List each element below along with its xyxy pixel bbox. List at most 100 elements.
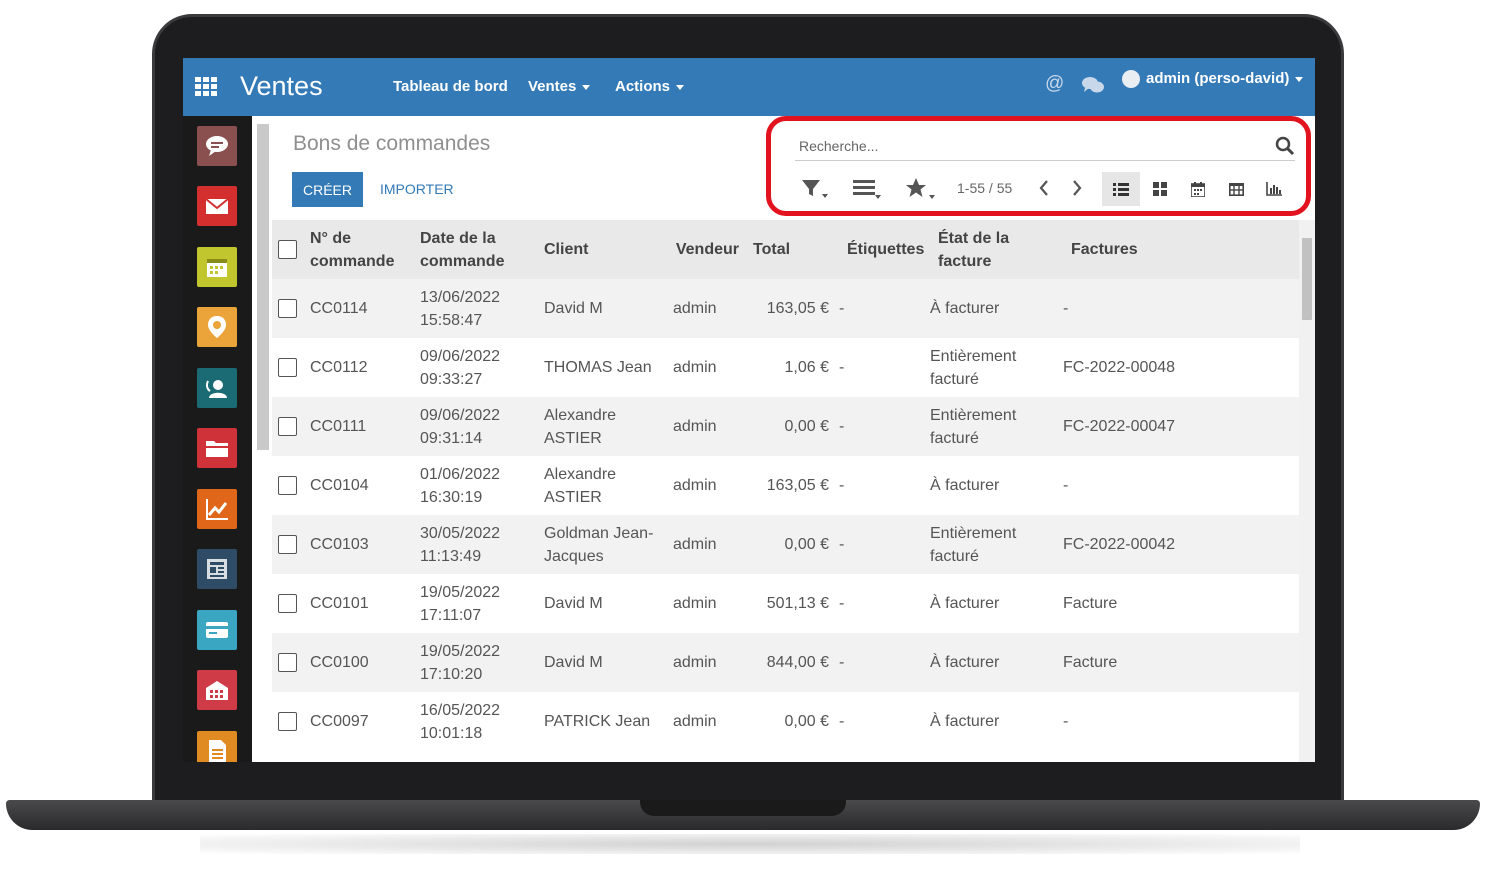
nav-dashboard-label: Tableau de bord xyxy=(393,78,508,95)
laptop-shadow xyxy=(200,834,1300,854)
column-order-number[interactable]: N° de commande xyxy=(306,220,416,279)
row-checkbox[interactable] xyxy=(278,476,297,495)
invoice-state: Entièrement xyxy=(930,406,1017,424)
app-screen: Ventes Tableau de bord Ventes Actions @ … xyxy=(183,58,1315,762)
client-cell: THOMAS Jean xyxy=(532,338,669,397)
row-checkbox[interactable] xyxy=(278,712,297,731)
app-field-service[interactable] xyxy=(197,307,237,347)
card-icon xyxy=(206,622,228,638)
seller-name: admin xyxy=(673,595,717,612)
chevron-down-icon xyxy=(1295,76,1304,82)
at-icon[interactable]: @ xyxy=(1045,73,1064,95)
row-checkbox[interactable] xyxy=(278,417,297,436)
order-date-cell: 01/06/2022 16:30:19 xyxy=(416,456,532,515)
control-panel-scrollbar[interactable] xyxy=(257,124,269,450)
client-cell: David M xyxy=(532,279,669,338)
table-row[interactable]: CC0097 16/05/2022 10:01:18 PATRICK Jean admi… xyxy=(272,692,1299,751)
column-invoice-state[interactable]: État de la facture xyxy=(926,220,1059,279)
row-checkbox[interactable] xyxy=(278,653,297,672)
invoice-state-cont: facturé xyxy=(930,370,979,388)
client-cell: Goldman Jean- Jacques xyxy=(532,515,669,574)
order-tags: - xyxy=(839,418,845,435)
app-documents[interactable] xyxy=(197,428,237,468)
invoices-cell: FC-2022-00042 xyxy=(1059,515,1299,574)
row-select-cell xyxy=(272,574,306,633)
nav-actions-menu[interactable]: Actions xyxy=(615,78,685,95)
table-row[interactable]: CC0114 13/06/2022 15:58:47 David M admin 163,… xyxy=(272,279,1299,338)
invoices-cell: FC-2022-00048 xyxy=(1059,338,1299,397)
app-website[interactable] xyxy=(197,549,237,589)
total-cell: 163,05 € xyxy=(749,279,835,338)
order-number: CC0112 xyxy=(310,359,368,376)
row-checkbox[interactable] xyxy=(278,358,297,377)
table-row[interactable]: CC0101 19/05/2022 17:11:07 David M admin 501,… xyxy=(272,574,1299,633)
invoice-ref: - xyxy=(1063,300,1069,317)
column-seller[interactable]: Vendeur xyxy=(669,220,749,279)
column-total[interactable]: Total xyxy=(749,220,835,279)
row-checkbox[interactable] xyxy=(278,299,297,318)
column-client[interactable]: Client xyxy=(532,220,669,279)
header-label: État de la xyxy=(938,229,1010,247)
app-calendar[interactable] xyxy=(197,247,237,287)
order-total: 1,06 € xyxy=(784,359,829,376)
app-notes[interactable] xyxy=(197,731,237,762)
seller-name: admin xyxy=(673,359,717,376)
invoice-state-cell: Entièrement facturé xyxy=(926,338,1059,397)
chevron-down-icon xyxy=(582,84,591,90)
table-scrollbar[interactable] xyxy=(1299,220,1315,762)
client-cell: David M xyxy=(532,633,669,692)
invoice-ref: Facture xyxy=(1063,654,1118,671)
invoices-cell: - xyxy=(1059,692,1299,751)
table-row[interactable]: CC0112 09/06/2022 09:33:27 THOMAS Jean admin… xyxy=(272,338,1299,397)
row-select-cell xyxy=(272,456,306,515)
table-row[interactable]: CC0104 01/06/2022 16:30:19 Alexandre ASTIER a… xyxy=(272,456,1299,515)
app-inventory[interactable] xyxy=(197,670,237,710)
avatar[interactable] xyxy=(1122,70,1140,88)
order-total: 0,00 € xyxy=(784,536,829,553)
row-checkbox[interactable] xyxy=(278,535,297,554)
apps-grid-icon[interactable] xyxy=(195,77,217,96)
order-number: CC0103 xyxy=(310,536,369,553)
invoice-state-cont: facturé xyxy=(930,429,979,447)
tags-cell: - xyxy=(835,692,926,751)
app-mail[interactable] xyxy=(197,186,237,226)
nav-sales-menu[interactable]: Ventes xyxy=(528,78,591,95)
order-tags: - xyxy=(839,595,845,612)
user-menu[interactable]: admin (perso-david) xyxy=(1146,70,1304,87)
seller-cell: admin xyxy=(669,515,749,574)
header-label: N° de xyxy=(310,229,352,247)
order-number-cell: CC0114 xyxy=(306,279,416,338)
scrollbar-thumb[interactable] xyxy=(1302,238,1312,320)
nav-dashboard[interactable]: Tableau de bord xyxy=(393,78,508,95)
app-discuss[interactable] xyxy=(197,126,237,166)
table-row[interactable]: CC0111 09/06/2022 09:31:14 Alexandre ASTIER a… xyxy=(272,397,1299,456)
order-date-cell: 09/06/2022 09:31:14 xyxy=(416,397,532,456)
conversation-icon[interactable] xyxy=(1082,76,1104,94)
create-button[interactable]: CRÉER xyxy=(292,172,363,207)
table-row[interactable]: CC0100 19/05/2022 17:10:20 David M admin 844,… xyxy=(272,633,1299,692)
table-row[interactable]: CC0103 30/05/2022 11:13:49 Goldman Jean- Jac… xyxy=(272,515,1299,574)
select-all-checkbox[interactable] xyxy=(278,240,297,259)
chat-icon xyxy=(206,136,228,156)
order-date: 19/05/2022 xyxy=(420,642,501,660)
client-name: THOMAS Jean xyxy=(544,359,652,376)
column-order-date[interactable]: Date de la commande xyxy=(416,220,532,279)
app-reporting[interactable] xyxy=(197,489,237,529)
app-payments[interactable] xyxy=(197,610,237,650)
invoices-cell: - xyxy=(1059,279,1299,338)
row-select-cell xyxy=(272,692,306,751)
order-date-cell: 09/06/2022 09:33:27 xyxy=(416,338,532,397)
import-button[interactable]: IMPORTER xyxy=(380,181,454,197)
newspaper-icon xyxy=(207,559,227,579)
invoice-ref: - xyxy=(1063,713,1069,730)
app-contacts[interactable] xyxy=(197,368,237,408)
order-tags: - xyxy=(839,713,845,730)
row-checkbox[interactable] xyxy=(278,594,297,613)
order-number: CC0097 xyxy=(310,713,369,730)
column-invoices[interactable]: Factures xyxy=(1059,220,1299,279)
chevron-down-icon xyxy=(676,84,685,90)
column-tags[interactable]: Étiquettes xyxy=(835,220,926,279)
order-total: 0,00 € xyxy=(784,418,829,435)
header-label: facture xyxy=(938,252,992,270)
order-number: CC0100 xyxy=(310,654,369,671)
